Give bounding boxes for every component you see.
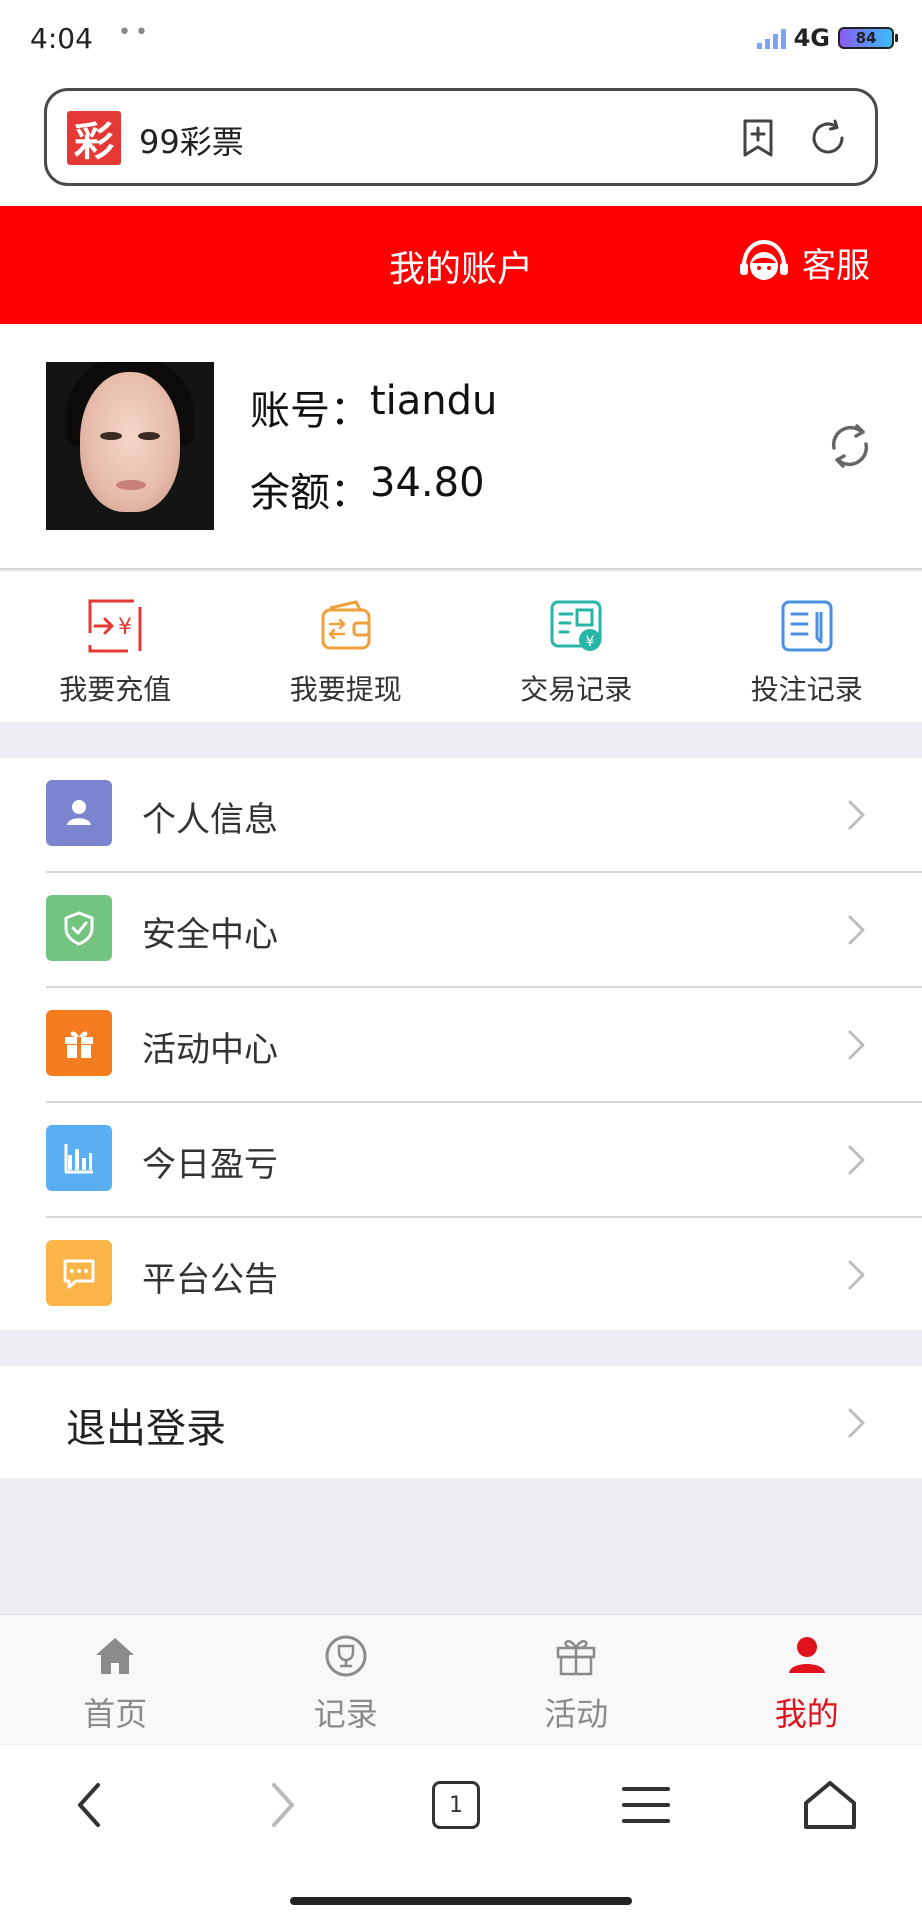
recharge-button[interactable]: ¥ 我要充值 <box>0 572 231 722</box>
tab-home[interactable]: 首页 <box>0 1615 231 1744</box>
tabs-button[interactable]: 1 <box>432 1781 480 1829</box>
chevron-right-icon <box>848 1260 865 1290</box>
menu-item-activities[interactable]: 活动中心 <box>0 988 922 1103</box>
menu-item-announcements[interactable]: 平台公告 <box>0 1218 922 1333</box>
gift-icon <box>557 1640 596 1676</box>
logout-button[interactable]: 退出登录 <box>0 1366 922 1478</box>
chevron-right-icon <box>848 800 865 830</box>
avatar[interactable] <box>46 362 214 530</box>
account-username-row: 账号： tiandu <box>250 378 497 436</box>
browser-toolbar: 彩 99彩票 <box>0 80 922 206</box>
browser-navigation-bar: 1 <box>0 1744 922 1920</box>
user-icon <box>46 780 112 846</box>
menu-label: 平台公告 <box>142 1260 278 1300</box>
balance-value: 34.80 <box>370 460 485 506</box>
chevron-right-icon <box>848 1408 865 1438</box>
site-title: 99彩票 <box>139 123 244 161</box>
bet-record-label: 投注记录 <box>750 673 863 706</box>
gift-icon <box>46 1010 112 1076</box>
withdraw-button[interactable]: 我要提现 <box>231 572 462 722</box>
chevron-right-icon <box>848 1030 865 1060</box>
status-dots: •• <box>118 20 152 45</box>
menu-icon[interactable] <box>616 1775 676 1835</box>
account-card: 账号： tiandu 余额： 34.80 <box>0 324 922 570</box>
reload-icon[interactable] <box>807 117 849 159</box>
menu-item-security[interactable]: 安全中心 <box>0 873 922 988</box>
bet-record-icon <box>781 600 833 652</box>
message-icon <box>46 1240 112 1306</box>
refresh-balance-icon[interactable] <box>824 420 876 472</box>
battery-icon: 84 <box>838 27 898 49</box>
trophy-icon <box>325 1635 367 1677</box>
menu-label: 今日盈亏 <box>142 1145 278 1185</box>
quick-actions: ¥ 我要充值 我要提现 ¥ 交易记录 投注记录 <box>0 572 922 722</box>
address-bar[interactable]: 彩 99彩票 <box>44 88 878 186</box>
tab-label: 记录 <box>313 1695 378 1733</box>
account-header: 我的账户 客服 <box>0 206 922 324</box>
transaction-record-button[interactable]: ¥ 交易记录 <box>461 572 692 722</box>
customer-service-label: 客服 <box>802 245 870 286</box>
menu-label: 活动中心 <box>142 1030 278 1070</box>
logout-label: 退出登录 <box>66 1406 226 1452</box>
battery-level: 84 <box>855 29 877 47</box>
account-balance-row: 余额： 34.80 <box>250 460 485 518</box>
menu-label: 安全中心 <box>142 915 278 955</box>
bottom-tab-bar: 首页 记录 活动 我的 <box>0 1614 922 1744</box>
recharge-label: 我要充值 <box>59 673 172 706</box>
balance-label: 余额： <box>250 470 370 516</box>
status-time: 4:04 <box>30 22 93 55</box>
transaction-record-icon: ¥ <box>550 600 602 651</box>
tab-label: 我的 <box>774 1695 839 1733</box>
home-indicator <box>290 1897 632 1905</box>
tab-count: 1 <box>449 1792 463 1818</box>
bet-record-button[interactable]: 投注记录 <box>692 572 922 722</box>
tab-mine[interactable]: 我的 <box>692 1615 922 1744</box>
menu-list: 个人信息 安全中心 活动中心 今日盈亏 平台公告 <box>0 758 922 1330</box>
chevron-right-icon <box>848 1145 865 1175</box>
home-icon[interactable] <box>800 1775 860 1835</box>
tab-label: 活动 <box>544 1695 609 1733</box>
username-value: tiandu <box>370 378 498 424</box>
username-label: 账号： <box>250 388 370 434</box>
network-label: 4G <box>793 24 830 52</box>
status-indicators: 4G 84 <box>756 24 898 52</box>
menu-item-profile[interactable]: 个人信息 <box>0 758 922 873</box>
tab-records[interactable]: 记录 <box>231 1615 462 1744</box>
recharge-icon: ¥ <box>88 599 142 653</box>
wallet-icon <box>321 600 371 650</box>
customer-service-button[interactable]: 客服 <box>738 236 870 288</box>
forward-icon[interactable] <box>250 1775 310 1835</box>
home-icon <box>96 1638 135 1674</box>
svg-text:¥: ¥ <box>586 634 595 650</box>
add-bookmark-icon[interactable] <box>737 117 779 159</box>
person-icon <box>788 1637 825 1673</box>
bar-chart-icon <box>46 1125 112 1191</box>
status-bar: 4:04 •• 4G 84 <box>0 0 922 80</box>
chevron-right-icon <box>848 915 865 945</box>
page: 4:04 •• 4G 84 彩 99彩票 我的账户 客服 账号： tiandu … <box>0 0 922 1920</box>
transaction-record-label: 交易记录 <box>520 673 633 706</box>
back-icon[interactable] <box>62 1775 122 1835</box>
tab-label: 首页 <box>83 1695 148 1733</box>
withdraw-label: 我要提现 <box>289 673 402 706</box>
tab-activities[interactable]: 活动 <box>461 1615 692 1744</box>
menu-item-daily-profit[interactable]: 今日盈亏 <box>0 1103 922 1218</box>
shield-icon <box>46 895 112 961</box>
menu-label: 个人信息 <box>142 800 278 840</box>
signal-icon <box>756 27 786 49</box>
svg-text:¥: ¥ <box>118 615 132 640</box>
customer-service-icon <box>740 239 788 280</box>
site-logo: 彩 <box>67 111 121 165</box>
